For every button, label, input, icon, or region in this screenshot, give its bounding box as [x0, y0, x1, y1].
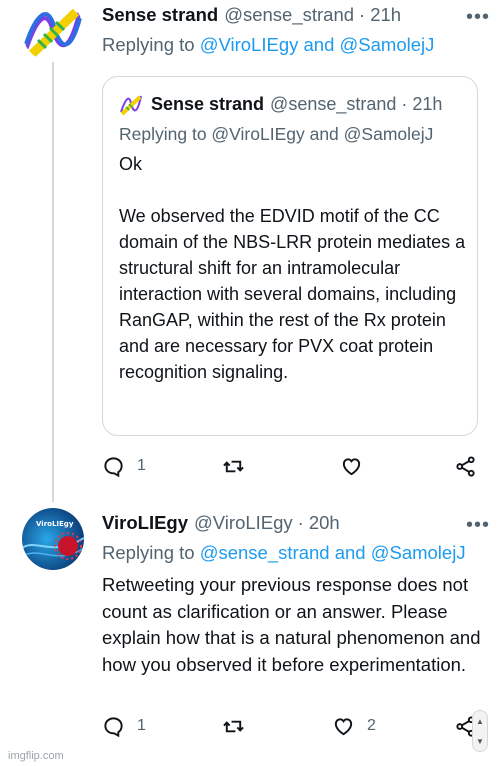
replying-prefix: Replying to: [102, 542, 195, 563]
chevron-up-icon: ▲: [476, 716, 484, 726]
quote-text-line1: Ok: [119, 154, 143, 174]
reply-button[interactable]: 1: [102, 711, 146, 741]
replying-mentions[interactable]: @ViroLIEgy and @SamolejJ: [200, 34, 435, 55]
thread-connector-line: [52, 62, 54, 502]
quote-header: Sense strand @sense_strand · 21h: [119, 91, 477, 117]
quote-timestamp: 21h: [412, 94, 443, 114]
retweet-icon: [223, 720, 244, 732]
like-button[interactable]: 2: [332, 711, 376, 741]
retweet-button[interactable]: [222, 711, 257, 741]
like-button[interactable]: [340, 451, 375, 481]
replying-to: Replying to @ViroLIEgy and @SamolejJ: [102, 32, 486, 58]
quoted-tweet[interactable]: Sense strand @sense_strand · 21h Replyin…: [102, 76, 478, 436]
replying-prefix: Replying to: [102, 34, 195, 55]
more-icon[interactable]: •••: [466, 7, 490, 27]
quote-avatar: [120, 95, 142, 116]
share-button[interactable]: [454, 451, 477, 481]
tweet-actions: 1: [102, 451, 480, 481]
reply-count: 1: [137, 457, 146, 474]
separator-dot: ·: [359, 4, 366, 25]
avatar-text: ViroLIEgy: [36, 520, 74, 528]
like-count: 2: [367, 717, 376, 734]
quote-user-handle: @sense_strand: [270, 94, 397, 114]
user-handle[interactable]: @sense_strand: [224, 2, 354, 28]
replying-to: Replying to @sense_strand and @SamolejJ: [102, 540, 486, 566]
user-handle[interactable]: @ViroLIEgy: [194, 510, 293, 536]
display-name[interactable]: Sense strand: [102, 2, 218, 28]
more-icon[interactable]: •••: [466, 515, 490, 535]
timestamp[interactable]: 21h: [370, 2, 401, 28]
separator-dot: ·: [297, 512, 304, 533]
watermark: imgflip.com: [8, 750, 64, 762]
tweet-actions: 1 2: [102, 711, 480, 741]
scroll-handle[interactable]: ▲ ▼: [472, 710, 488, 752]
like-icon: [342, 457, 361, 475]
reply-icon: [104, 716, 123, 737]
avatar[interactable]: [22, 0, 84, 62]
chevron-down-icon: ▼: [476, 736, 484, 746]
share-icon: [456, 455, 475, 477]
quote-display-name: Sense strand: [151, 94, 265, 114]
quote-separator-dot: ·: [401, 94, 408, 114]
retweet-button[interactable]: [222, 451, 257, 481]
display-name[interactable]: ViroLIEgy: [102, 510, 188, 536]
tweet-body: Sense strand @sense_strand · 21h Replyin…: [102, 2, 486, 58]
quote-text-body: We observed the EDVID motif of the CC do…: [119, 206, 466, 382]
like-icon: [334, 717, 353, 735]
tweet-body: ViroLIEgy @ViroLIEgy · 20h Replying to @…: [102, 510, 486, 678]
reply-button[interactable]: 1: [102, 451, 146, 481]
retweet-icon: [223, 460, 244, 472]
tweet-text: Retweeting your previous response does n…: [102, 574, 481, 675]
tweet-header: ViroLIEgy @ViroLIEgy · 20h: [102, 510, 486, 536]
quote-text: Ok We observed the EDVID motif of the CC…: [119, 151, 469, 385]
reply-icon: [104, 456, 123, 477]
reply-count: 1: [137, 717, 146, 734]
quote-replying-to: Replying to @ViroLIEgy and @SamolejJ: [119, 124, 434, 144]
avatar[interactable]: ViroLIEgy: [22, 508, 84, 570]
replying-mentions[interactable]: @sense_strand and @SamolejJ: [200, 542, 466, 563]
timestamp[interactable]: 20h: [309, 510, 340, 536]
tweet-header: Sense strand @sense_strand · 21h: [102, 2, 486, 28]
